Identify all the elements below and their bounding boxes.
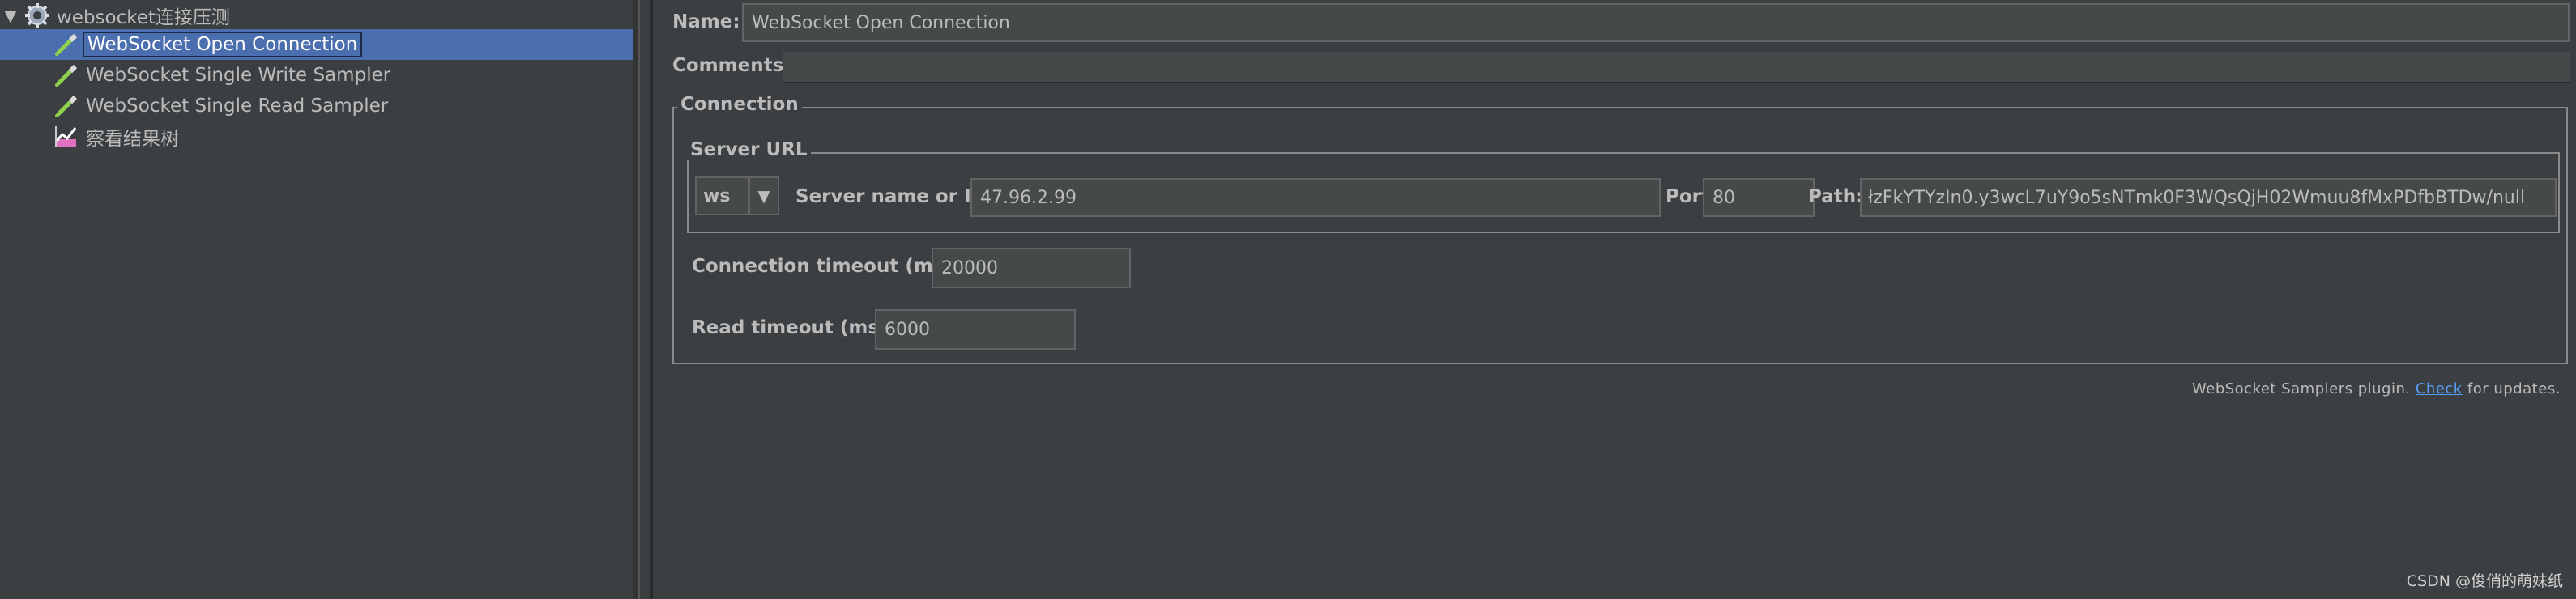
gear-icon [21, 2, 53, 29]
connection-timeout-label: Connection timeout (ms): [692, 256, 961, 277]
server-input[interactable]: 47.96.2.99 [970, 178, 1661, 217]
expand-toggle-icon[interactable]: ▼ [0, 6, 21, 25]
read-timeout-input[interactable]: 6000 [875, 309, 1076, 350]
pipette-icon [50, 92, 83, 120]
read-timeout-label: Read timeout (ms): [692, 317, 895, 338]
server-label: Server name or IP: [795, 186, 992, 207]
tree-node-label: WebSocket Single Write Sampler [86, 65, 391, 86]
plugin-note: WebSocket Samplers plugin. Check for upd… [2192, 380, 2561, 397]
pipette-icon [50, 62, 83, 89]
protocol-select[interactable]: ws ▼ [695, 176, 779, 215]
watermark: CSDN @俊俏的萌妹纸 [2406, 572, 2563, 590]
tree-node-label: websocket连接压测 [57, 7, 230, 28]
pipette-icon [50, 31, 83, 58]
plugin-note-suffix: for updates. [2462, 380, 2561, 397]
comments-input[interactable] [783, 52, 2570, 83]
connection-timeout-input[interactable]: 20000 [932, 248, 1131, 288]
test-plan-tree: ▼ websocket连接压测 WebSocket Open Connectio… [0, 0, 633, 599]
connection-group-title: Connection [677, 94, 802, 115]
tree-node-label: WebSocket Single Read Sampler [86, 96, 389, 117]
panel-splitter-handle[interactable] [638, 0, 653, 599]
server-url-group-title: Server URL [687, 139, 811, 160]
tree-node-thread-group[interactable]: ▼ websocket连接压测 [0, 0, 233, 31]
tree-node-single-write[interactable]: WebSocket Single Write Sampler [0, 60, 394, 91]
name-input[interactable]: WebSocket Open Connection [742, 3, 2570, 42]
port-input[interactable]: 80 [1703, 178, 1815, 217]
check-updates-link[interactable]: Check [2416, 380, 2463, 397]
tree-node-result-tree[interactable]: 察看结果树 [0, 121, 182, 152]
path-label: Path: [1808, 186, 1864, 207]
sampler-config-panel: Name: WebSocket Open Connection Comments… [653, 0, 2576, 599]
protocol-value: ws [703, 185, 731, 206]
path-input[interactable]: łzFkYTYzIn0.y3wcL7uY9o5sNTmk0F3WQsQjH02W… [1860, 178, 2557, 217]
chart-listener-icon [50, 123, 83, 151]
comments-label: Comments: [672, 55, 791, 76]
plugin-note-prefix: WebSocket Samplers plugin. [2192, 380, 2416, 397]
chevron-down-icon[interactable]: ▼ [748, 178, 778, 214]
name-label: Name: [672, 11, 740, 32]
tree-node-label: 察看结果树 [86, 129, 179, 150]
tree-node-single-read[interactable]: WebSocket Single Read Sampler [0, 91, 391, 121]
tree-node-label: WebSocket Open Connection [83, 32, 363, 57]
tree-node-open-connection[interactable]: WebSocket Open Connection [0, 29, 633, 60]
